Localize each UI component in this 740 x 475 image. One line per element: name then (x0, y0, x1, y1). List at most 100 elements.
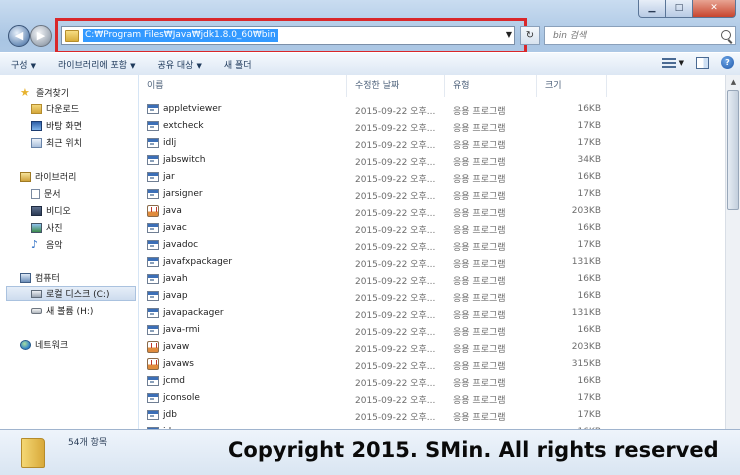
exe-icon (147, 189, 159, 199)
file-row[interactable]: javap 2015-09-22 오후... 응용 프로그램 16KB (139, 288, 725, 305)
exe-icon (147, 240, 159, 250)
file-row[interactable]: jarsigner 2015-09-22 오후... 응용 프로그램 17KB (139, 186, 725, 203)
scrollbar-thumb[interactable] (727, 90, 739, 210)
nav-favorites[interactable]: ★ 즐겨찾기 (20, 85, 69, 100)
file-type: 응용 프로그램 (453, 141, 506, 151)
nav-local-disk[interactable]: 로컬 디스크 (C:) (6, 286, 136, 301)
file-row[interactable]: javaws 2015-09-22 오후... 응용 프로그램 315KB (139, 356, 725, 373)
file-row[interactable]: javafxpackager 2015-09-22 오후... 응용 프로그램 131… (139, 254, 725, 271)
nav-recent[interactable]: 최근 위치 (31, 135, 82, 150)
change-view-button[interactable]: ▼ (661, 57, 684, 68)
file-row[interactable]: javac 2015-09-22 오후... 응용 프로그램 16KB (139, 220, 725, 237)
file-size: 17KB (577, 138, 601, 148)
nav-label: 로컬 디스크 (C:) (46, 290, 110, 300)
file-type: 응용 프로그램 (453, 209, 506, 219)
file-size: 17KB (577, 240, 601, 250)
exe-icon (147, 376, 159, 386)
computer-icon (20, 272, 31, 283)
column-header-type[interactable]: 유형 (445, 75, 537, 97)
file-row[interactable]: java-rmi 2015-09-22 오후... 응용 프로그램 16KB (139, 322, 725, 339)
recent-places-icon (31, 137, 42, 148)
file-row[interactable]: appletviewer 2015-09-22 오후... 응용 프로그램 16KB (139, 101, 725, 118)
nav-new-volume[interactable]: 새 볼륨 (H:) (31, 303, 93, 318)
file-size: 16KB (577, 325, 601, 335)
include-library-menu[interactable]: 라이브러리에 포함 ▼ (47, 58, 147, 71)
nav-downloads[interactable]: 다운로드 (31, 101, 79, 116)
window-caption-buttons: ▁ □ ✕ (638, 0, 736, 18)
file-name: java (163, 206, 182, 216)
nav-desktop[interactable]: 바탕 화면 (31, 118, 82, 133)
file-type: 응용 프로그램 (453, 345, 506, 355)
minimize-button[interactable]: ▁ (638, 0, 666, 18)
file-row[interactable]: jdb 2015-09-22 오후... 응용 프로그램 17KB (139, 407, 725, 424)
file-row[interactable]: extcheck 2015-09-22 오후... 응용 프로그램 17KB (139, 118, 725, 135)
vertical-scrollbar[interactable]: ▲ (725, 75, 740, 429)
file-name: appletviewer (163, 104, 222, 114)
file-size: 17KB (577, 393, 601, 403)
file-row[interactable]: javaw 2015-09-22 오후... 응용 프로그램 203KB (139, 339, 725, 356)
file-name: javapackager (163, 308, 224, 318)
nav-label: 사진 (46, 224, 63, 234)
column-header-modified[interactable]: 수정한 날짜 (347, 75, 445, 97)
organize-menu[interactable]: 구성 ▼ (0, 58, 47, 71)
file-row[interactable]: jcmd 2015-09-22 오후... 응용 프로그램 16KB (139, 373, 725, 390)
file-size: 131KB (571, 308, 601, 318)
file-row[interactable]: javadoc 2015-09-22 오후... 응용 프로그램 17KB (139, 237, 725, 254)
forward-button[interactable]: ▶ (30, 25, 52, 47)
nav-computer[interactable]: 컴퓨터 (20, 270, 60, 285)
file-row[interactable]: jabswitch 2015-09-22 오후... 응용 프로그램 34KB (139, 152, 725, 169)
file-date: 2015-09-22 오후... (355, 413, 436, 423)
file-date: 2015-09-22 오후... (355, 379, 436, 389)
file-row[interactable]: java 2015-09-22 오후... 응용 프로그램 203KB (139, 203, 725, 220)
search-box[interactable] (544, 26, 736, 45)
network-icon (20, 339, 31, 350)
help-icon[interactable]: ? (721, 56, 734, 69)
refresh-button[interactable]: ↻ (520, 26, 540, 45)
nav-label: 즐겨찾기 (36, 89, 70, 99)
file-date: 2015-09-22 오후... (355, 294, 436, 304)
file-size: 315KB (571, 359, 601, 369)
nav-label: 다운로드 (46, 105, 80, 115)
file-row[interactable]: idlj 2015-09-22 오후... 응용 프로그램 17KB (139, 135, 725, 152)
nav-videos[interactable]: 비디오 (31, 203, 71, 218)
nav-music[interactable]: ♪ 음악 (31, 237, 63, 252)
video-icon (31, 205, 42, 216)
preview-pane-icon[interactable] (696, 56, 709, 69)
pictures-icon (31, 222, 42, 233)
nav-documents[interactable]: 문서 (31, 186, 61, 201)
file-row[interactable]: jar 2015-09-22 오후... 응용 프로그램 16KB (139, 169, 725, 186)
nav-libraries[interactable]: 라이브러리 (20, 169, 76, 184)
file-type: 응용 프로그램 (453, 243, 506, 253)
nav-label: 음악 (46, 241, 63, 251)
nav-pictures[interactable]: 사진 (31, 220, 63, 235)
details-pane: 54개 항목 Copyright 2015. SMin. All rights … (0, 429, 740, 475)
close-button[interactable]: ✕ (692, 0, 736, 18)
downloads-folder-icon (31, 103, 42, 114)
back-button[interactable]: ◀ (8, 25, 30, 47)
scroll-up-arrow-icon[interactable]: ▲ (726, 75, 740, 90)
file-size: 34KB (577, 155, 601, 165)
share-menu[interactable]: 공유 대상 ▼ (146, 58, 212, 71)
file-row[interactable]: jconsole 2015-09-22 오후... 응용 프로그램 17KB (139, 390, 725, 407)
column-header-name[interactable]: 이름 (139, 75, 347, 97)
file-type: 응용 프로그램 (453, 158, 506, 168)
maximize-button[interactable]: □ (665, 0, 693, 18)
nav-network[interactable]: 네트워크 (20, 337, 68, 352)
file-name: javac (163, 223, 187, 233)
include-library-label: 라이브러리에 포함 (57, 60, 128, 71)
exe-icon (147, 291, 159, 301)
file-date: 2015-09-22 오후... (355, 124, 436, 134)
file-type: 응용 프로그램 (453, 192, 506, 202)
file-row[interactable]: javah 2015-09-22 오후... 응용 프로그램 16KB (139, 271, 725, 288)
file-date: 2015-09-22 오후... (355, 260, 436, 270)
library-icon (20, 171, 31, 182)
file-type: 응용 프로그램 (453, 260, 506, 270)
file-type: 응용 프로그램 (453, 328, 506, 338)
search-input[interactable] (551, 30, 705, 42)
search-icon[interactable] (721, 30, 731, 40)
file-row[interactable]: javapackager 2015-09-22 오후... 응용 프로그램 131KB (139, 305, 725, 322)
exe-icon (147, 138, 159, 148)
new-folder-button[interactable]: 새 폴더 (213, 58, 263, 71)
column-header-size[interactable]: 크기 (537, 75, 607, 97)
navigation-pane: ★ 즐겨찾기 다운로드 바탕 화면 최근 위치 라이브러리 문서 비디오 사진 ♪… (0, 75, 139, 429)
